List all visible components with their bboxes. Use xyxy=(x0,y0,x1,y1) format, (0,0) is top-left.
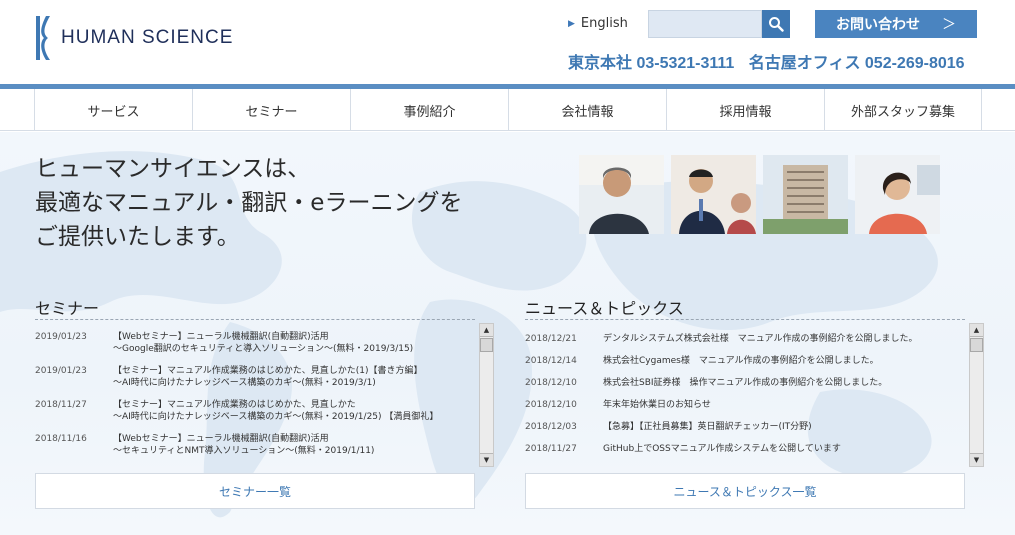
scroll-thumb[interactable] xyxy=(480,338,493,352)
item-text: 株式会社Cygames様 マニュアル作成の事例紹介を公開しました。 xyxy=(603,356,879,366)
phone-tokyo: 東京本社 03-5321-3111 xyxy=(568,55,735,72)
item-date: 2018/11/27 xyxy=(35,400,87,410)
item-text: 【急募】【正社員募集】英日翻訳チェッカー(IT分野) xyxy=(603,422,812,432)
list-item[interactable]: 2018/12/14 株式会社Cygames様 マニュアル作成の事例紹介を公開し… xyxy=(525,355,965,367)
contact-button[interactable]: お問い合わせ ＞ xyxy=(815,10,977,38)
nav-item-case-studies[interactable]: 事例紹介 xyxy=(350,89,508,131)
search-icon xyxy=(769,17,784,32)
contact-button-label: お問い合わせ xyxy=(836,17,920,33)
scroll-up-arrow-icon[interactable]: ▲ xyxy=(480,324,493,337)
item-line: 【セミナー】マニュアル作成業務のはじめかた、見直しかた xyxy=(113,400,356,410)
item-date: 2018/12/14 xyxy=(525,356,577,366)
item-line: ～Google翻訳のセキュリティと導入ソリューション～(無料・2019/3/15… xyxy=(113,344,414,354)
item-text: GitHub上でOSSマニュアル作成システムを公開しています xyxy=(603,444,841,454)
news-list: 2018/12/21 デンタルシステムズ株式会社様 マニュアル作成の事例紹介を公… xyxy=(525,333,965,476)
nav-item-seminar[interactable]: セミナー xyxy=(192,89,350,131)
logo-mark-icon xyxy=(36,16,50,60)
seminar-divider xyxy=(35,319,475,320)
scroll-down-arrow-icon[interactable]: ▼ xyxy=(970,453,983,466)
hero-photos xyxy=(579,155,947,234)
list-item[interactable]: 2019/01/23 【Webセミナー】ニューラル機械翻訳(自動翻訳)活用 ～G… xyxy=(35,331,475,355)
scroll-thumb[interactable] xyxy=(970,338,983,352)
list-item[interactable]: 2018/11/16 【Webセミナー】ニューラル機械翻訳(自動翻訳)活用 ～セ… xyxy=(35,433,475,457)
english-link[interactable]: ▶ English xyxy=(568,16,628,31)
search-button[interactable] xyxy=(762,10,790,38)
news-scrollbar[interactable]: ▲ ▼ xyxy=(969,323,984,467)
item-date: 2018/11/27 xyxy=(525,444,577,454)
triangle-right-icon: ▶ xyxy=(568,18,575,29)
list-item[interactable]: 2018/12/21 デンタルシステムズ株式会社様 マニュアル作成の事例紹介を公… xyxy=(525,333,965,345)
nav-item-services[interactable]: サービス xyxy=(34,89,192,131)
item-date: 2019/01/23 xyxy=(35,366,87,376)
chevron-right-icon: ＞ xyxy=(942,17,956,33)
nav-item-external-staff[interactable]: 外部スタッフ募集 xyxy=(824,89,982,131)
photo-staff-woman xyxy=(855,155,940,234)
hero-line-1: ヒューマンサイエンスは、 xyxy=(35,156,311,182)
seminar-title: セミナー xyxy=(35,299,100,318)
site-header: HUMAN SCIENCE ▶ English お問い合わせ ＞ 東京本社 03… xyxy=(0,0,1015,84)
item-line: ～AI時代に向けたナレッジベース構築のカギ～(無料・2019/3/1) xyxy=(113,378,376,388)
news-list-button[interactable]: ニュース＆トピックス一覧 xyxy=(525,473,965,509)
item-date: 2018/12/03 xyxy=(525,422,577,432)
logo-text: HUMAN SCIENCE xyxy=(61,27,234,48)
list-item[interactable]: 2018/12/03 【急募】【正社員募集】英日翻訳チェッカー(IT分野) xyxy=(525,421,965,433)
item-date: 2018/12/21 xyxy=(525,334,577,344)
search-box xyxy=(648,10,790,38)
hero-tagline: ヒューマンサイエンスは、 最適なマニュアル・翻訳・eラーニングを ご提供いたしま… xyxy=(35,152,462,254)
list-item[interactable]: 2019/01/23 【セミナー】マニュアル作成業務のはじめかた、見直しかた(1… xyxy=(35,365,475,389)
item-line: ～AI時代に向けたナレッジベース構築のカギ～(無料・2019/1/25) 【満員… xyxy=(113,412,439,422)
phone-numbers: 東京本社 03-5321-3111 名古屋オフィス 052-269-8016 xyxy=(568,49,975,73)
photo-meeting xyxy=(671,155,756,234)
hero-line-3: ご提供いたします。 xyxy=(35,224,240,250)
item-text: 【Webセミナー】ニューラル機械翻訳(自動翻訳)活用 ～Google翻訳のセキュ… xyxy=(113,331,475,355)
phone-nagoya: 名古屋オフィス 052-269-8016 xyxy=(748,55,965,72)
scroll-up-arrow-icon[interactable]: ▲ xyxy=(970,324,983,337)
list-item[interactable]: 2018/12/10 株式会社SBI証券様 操作マニュアル作成の事例紹介を公開し… xyxy=(525,377,965,389)
list-item[interactable]: 2018/11/27 GitHub上でOSSマニュアル作成システムを公開していま… xyxy=(525,443,965,455)
photo-consultant xyxy=(579,155,664,234)
photo-office-building xyxy=(763,155,848,234)
item-date: 2018/12/10 xyxy=(525,400,577,410)
seminar-scrollbar[interactable]: ▲ ▼ xyxy=(479,323,494,467)
main-content: ヒューマンサイエンスは、 最適なマニュアル・翻訳・eラーニングを ご提供いたしま… xyxy=(0,132,1015,535)
news-title: ニュース＆トピックス xyxy=(525,299,684,318)
scroll-down-arrow-icon[interactable]: ▼ xyxy=(480,453,493,466)
item-text: 【セミナー】マニュアル作成業務のはじめかた、見直しかた(1)【書き方編】 ～AI… xyxy=(113,365,475,389)
item-text: 年末年始休業日のお知らせ xyxy=(603,400,711,410)
list-item[interactable]: 2018/12/10 年末年始休業日のお知らせ xyxy=(525,399,965,411)
search-input[interactable] xyxy=(648,10,762,38)
item-line: 【Webセミナー】ニューラル機械翻訳(自動翻訳)活用 xyxy=(113,332,329,342)
item-line: ～セキュリティとNMT導入ソリューション～(無料・2019/1/11) xyxy=(113,446,375,456)
item-date: 2018/12/10 xyxy=(525,378,577,388)
nav-item-recruit[interactable]: 採用情報 xyxy=(666,89,824,131)
item-text: 【セミナー】マニュアル作成業務のはじめかた、見直しかた ～AI時代に向けたナレッ… xyxy=(113,399,475,423)
logo[interactable]: HUMAN SCIENCE xyxy=(33,14,233,62)
item-date: 2018/11/16 xyxy=(35,434,87,444)
seminar-list-button[interactable]: セミナー一覧 xyxy=(35,473,475,509)
list-item[interactable]: 2018/11/27 【セミナー】マニュアル作成業務のはじめかた、見直しかた ～… xyxy=(35,399,475,423)
item-line: 【セミナー】マニュアル作成業務のはじめかた、見直しかた(1)【書き方編】 xyxy=(113,366,423,376)
hero-line-2: 最適なマニュアル・翻訳・eラーニングを xyxy=(35,190,463,216)
english-link-label: English xyxy=(580,16,628,31)
news-divider xyxy=(525,319,965,320)
item-text: 株式会社SBI証券様 操作マニュアル作成の事例紹介を公開しました。 xyxy=(603,378,888,388)
item-line: 【Webセミナー】ニューラル機械翻訳(自動翻訳)活用 xyxy=(113,434,329,444)
item-text: 【Webセミナー】ニューラル機械翻訳(自動翻訳)活用 ～セキュリティとNMT導入… xyxy=(113,433,475,457)
item-date: 2019/01/23 xyxy=(35,332,87,342)
seminar-list: 2019/01/23 【Webセミナー】ニューラル機械翻訳(自動翻訳)活用 ～G… xyxy=(35,331,475,474)
nav-item-company[interactable]: 会社情報 xyxy=(508,89,666,131)
item-text: デンタルシステムズ株式会社様 マニュアル作成の事例紹介を公開しました。 xyxy=(603,334,918,344)
global-nav: サービス セミナー 事例紹介 会社情報 採用情報 外部スタッフ募集 xyxy=(0,89,1015,131)
